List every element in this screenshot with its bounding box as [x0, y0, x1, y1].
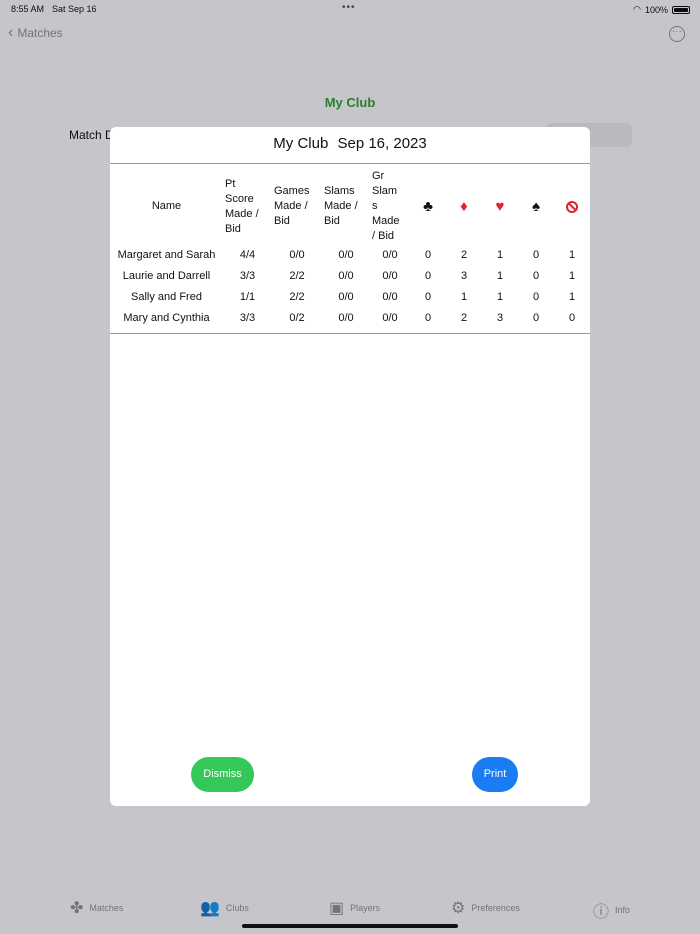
diamonds-icon: ♦	[460, 198, 468, 215]
table-row: Laurie and Darrell 3/3 2/2 0/0 0/0 0 3 1…	[110, 265, 590, 286]
cell-slams: 0/0	[338, 311, 354, 324]
table-header-row: Name Pt Score Made / Bid Games Made / Bi…	[110, 169, 590, 244]
table-row: Mary and Cynthia 3/3 0/2 0/0 0/0 0 2 3 0…	[110, 307, 590, 328]
cell-spades: 0	[532, 290, 540, 303]
header-name: Name	[151, 200, 182, 212]
cell-hearts: 3	[496, 311, 504, 324]
cell-pt: 3/3	[239, 311, 256, 324]
cell-nt: 1	[568, 248, 576, 261]
cell-slams: 0/0	[338, 290, 354, 303]
cell-diamonds: 2	[460, 248, 468, 261]
header-slams: Slams Made / Bid	[324, 185, 358, 227]
cell-pt: 4/4	[239, 248, 256, 261]
cell-games: 2/2	[289, 290, 305, 303]
header-games: Games Made / Bid	[274, 185, 310, 227]
cell-games: 2/2	[289, 269, 305, 282]
cell-gr: 0/0	[382, 290, 398, 303]
header-pt-score: Pt Score Made / Bid	[225, 177, 259, 235]
cell-clubs: 0	[424, 269, 432, 282]
cell-hearts: 1	[496, 248, 504, 261]
spades-icon: ♠	[532, 198, 540, 215]
table-row: Margaret and Sarah 4/4 0/0 0/0 0/0 0 2 1…	[110, 244, 590, 265]
cell-games: 0/2	[289, 311, 305, 324]
scores-table: Name Pt Score Made / Bid Games Made / Bi…	[110, 169, 590, 328]
cell-diamonds: 1	[460, 290, 468, 303]
cell-hearts: 1	[496, 290, 504, 303]
cell-slams: 0/0	[338, 248, 354, 261]
cell-gr: 0/0	[382, 248, 398, 261]
dismiss-button[interactable]: Dismiss	[191, 757, 254, 792]
cell-nt: 1	[568, 290, 576, 303]
hearts-icon: ♥	[495, 198, 505, 215]
cell-name: Margaret and Sarah	[117, 248, 216, 261]
cell-spades: 0	[532, 248, 540, 261]
cell-spades: 0	[532, 269, 540, 282]
modal-title-date: Sep 16, 2023	[337, 135, 427, 152]
cell-diamonds: 3	[460, 269, 468, 282]
print-button[interactable]: Print	[472, 757, 518, 792]
cell-games: 0/0	[289, 248, 305, 261]
divider	[110, 333, 590, 334]
cell-name: Mary and Cynthia	[123, 311, 210, 324]
cell-pt: 3/3	[239, 269, 256, 282]
table-row: Sally and Fred 1/1 2/2 0/0 0/0 0 1 1 0 1	[110, 286, 590, 307]
no-trump-icon	[554, 169, 590, 244]
cell-gr: 0/0	[382, 311, 398, 324]
modal-title-club: My Club	[273, 135, 329, 152]
header-gr-slams: Gr Slam s Made / Bid	[372, 170, 400, 242]
cell-clubs: 0	[424, 248, 432, 261]
cell-nt: 0	[568, 311, 576, 324]
divider	[110, 163, 590, 164]
cell-slams: 0/0	[338, 269, 354, 282]
cell-spades: 0	[532, 311, 540, 324]
results-modal: My Club Sep 16, 2023 Name Pt Score Made …	[110, 127, 590, 806]
cell-name: Laurie and Darrell	[122, 269, 211, 282]
cell-hearts: 1	[496, 269, 504, 282]
clubs-icon: ♣	[423, 198, 433, 215]
cell-clubs: 0	[424, 311, 432, 324]
modal-title: My Club Sep 16, 2023	[110, 135, 590, 152]
cell-gr: 0/0	[382, 269, 398, 282]
cell-clubs: 0	[424, 290, 432, 303]
cell-name: Sally and Fred	[131, 290, 202, 303]
cell-nt: 1	[568, 269, 576, 282]
cell-pt: 1/1	[239, 290, 256, 303]
home-indicator	[242, 924, 458, 928]
cell-diamonds: 2	[460, 311, 468, 324]
